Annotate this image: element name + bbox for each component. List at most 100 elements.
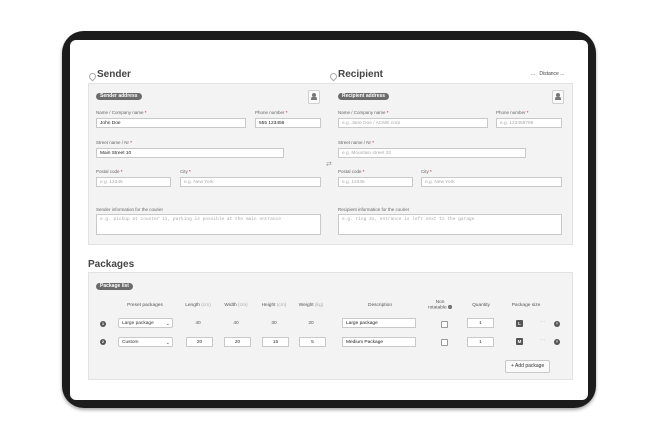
recipient-phone-label-text: Phone number bbox=[496, 110, 526, 115]
sender-title: Sender bbox=[97, 69, 131, 80]
package-list-pill: Package list bbox=[96, 283, 133, 290]
sender-contact-button[interactable] bbox=[308, 90, 320, 104]
sender-name-label-text: Name / Company name bbox=[96, 110, 144, 115]
preset-select[interactable]: Large package ⌄ bbox=[118, 318, 173, 328]
recipient-phone-input[interactable]: e.g. 123456789 bbox=[496, 118, 562, 128]
col-length: Length (cm) bbox=[183, 303, 213, 308]
distance-prefix: ... bbox=[531, 71, 536, 77]
recipient-phone-label: Phone number * bbox=[496, 110, 529, 115]
sender-phone-input[interactable]: 555 123456 bbox=[255, 118, 321, 128]
sender-street-label-text: Street name / Nr bbox=[96, 140, 130, 145]
recipient-name-label-text: Name / Company name bbox=[338, 110, 386, 115]
recipient-street-label-text: Street name / Nr bbox=[338, 140, 372, 145]
sender-postal-input[interactable]: e.g. 12345 bbox=[96, 177, 171, 187]
sender-phone-label-text: Phone number bbox=[255, 110, 285, 115]
non-rotatable-checkbox[interactable] bbox=[441, 321, 448, 328]
preset-select-value: Custom bbox=[122, 340, 139, 345]
contact-book-icon-body bbox=[555, 96, 561, 100]
recipient-city-input[interactable]: e.g. New York bbox=[421, 177, 562, 187]
recipient-street-input[interactable]: e.g. Mountain street 22 bbox=[338, 148, 526, 158]
required-mark: * bbox=[189, 169, 191, 174]
required-mark: * bbox=[130, 140, 133, 145]
remove-icon[interactable]: × bbox=[554, 339, 560, 345]
package-size-badge: L bbox=[516, 320, 523, 327]
col-non-rotatable: Non rotatable i bbox=[425, 300, 455, 310]
required-mark: * bbox=[430, 169, 432, 174]
col-description: Description bbox=[368, 303, 392, 308]
required-mark: * bbox=[285, 110, 288, 115]
sender-city-label: City * bbox=[180, 169, 191, 174]
weight-input[interactable]: 5 bbox=[299, 337, 326, 347]
sender-street-input[interactable]: Main Street 10 bbox=[96, 148, 284, 158]
sender-street-label: Street name / Nr * bbox=[96, 140, 132, 145]
description-input[interactable]: Large package bbox=[342, 318, 416, 328]
recipient-postal-input[interactable]: e.g. 12345 bbox=[338, 177, 413, 187]
required-mark: * bbox=[120, 169, 123, 174]
contact-book-icon-body bbox=[311, 96, 317, 100]
recipient-pin-icon bbox=[328, 71, 339, 82]
sender-name-input[interactable]: John Doe bbox=[96, 118, 246, 128]
col-height: Height (cm) bbox=[259, 303, 289, 308]
sender-city-label-text: City bbox=[180, 169, 188, 174]
preset-select[interactable]: Custom ⌄ bbox=[118, 337, 173, 347]
recipient-city-label: City * bbox=[421, 169, 432, 174]
row-number: 1 bbox=[100, 321, 106, 327]
package-size-badge: M bbox=[516, 338, 523, 345]
recipient-info-textarea[interactable]: e.g. ring 3x, entrance is left next to t… bbox=[338, 214, 562, 235]
col-weight-text: Weight bbox=[298, 303, 314, 308]
packages-title: Packages bbox=[88, 259, 135, 270]
preset-select-value: Large package bbox=[122, 321, 154, 326]
app-screen: Sender Recipient ... Distance ... Sender… bbox=[70, 40, 588, 400]
row-separator: ··· bbox=[540, 319, 545, 325]
col-quantity: Quantity bbox=[472, 303, 490, 308]
required-mark: * bbox=[386, 110, 389, 115]
recipient-title: Recipient bbox=[338, 69, 384, 80]
non-rotatable-checkbox[interactable] bbox=[441, 339, 448, 346]
col-length-text: Length bbox=[185, 303, 200, 308]
sender-info-label: Sender information for the courier bbox=[96, 207, 164, 212]
required-mark: * bbox=[144, 110, 147, 115]
required-mark: * bbox=[372, 140, 375, 145]
recipient-contact-button[interactable] bbox=[552, 90, 564, 104]
col-preset: Preset packages bbox=[127, 303, 163, 308]
info-icon[interactable]: i bbox=[448, 305, 452, 309]
sender-phone-label: Phone number * bbox=[255, 110, 288, 115]
remove-icon[interactable]: × bbox=[554, 321, 560, 327]
sender-pin-icon bbox=[87, 71, 98, 82]
length-input[interactable]: 20 bbox=[186, 337, 213, 347]
sender-postal-label: Postal code * bbox=[96, 169, 123, 174]
recipient-postal-label: Postal code * bbox=[338, 169, 365, 174]
width-input[interactable]: 20 bbox=[224, 337, 251, 347]
required-mark: * bbox=[526, 110, 529, 115]
distance-readout: ... Distance ... bbox=[531, 71, 564, 77]
recipient-name-input[interactable]: e.g. Jane Doe / ACME corp bbox=[338, 118, 488, 128]
chevron-down-icon: ⌄ bbox=[165, 321, 170, 327]
sender-address-pill: Sender address bbox=[96, 93, 142, 100]
distance-value: ... bbox=[560, 71, 565, 77]
col-height-text: Height bbox=[261, 303, 276, 308]
add-package-button[interactable]: + Add package bbox=[505, 360, 551, 373]
recipient-city-label-text: City bbox=[421, 169, 429, 174]
col-width: Width (cm) bbox=[221, 303, 251, 308]
sender-postal-label-text: Postal code bbox=[96, 169, 120, 174]
quantity-input[interactable]: 1 bbox=[467, 318, 494, 328]
height-value: 30 bbox=[271, 321, 277, 326]
row-separator: ··· bbox=[540, 337, 545, 343]
sender-info-textarea[interactable]: e.g. pickup at counter 11, parking is po… bbox=[96, 214, 321, 235]
description-input[interactable]: Medium Package bbox=[342, 337, 416, 347]
height-input[interactable]: 15 bbox=[262, 337, 289, 347]
sender-city-input[interactable]: e.g. New York bbox=[180, 177, 321, 187]
row-number: 2 bbox=[100, 339, 106, 345]
weight-value: 20 bbox=[308, 321, 314, 326]
col-weight: Weight (kg) bbox=[296, 303, 326, 308]
col-size: Package size bbox=[511, 303, 541, 308]
length-value: 40 bbox=[195, 321, 201, 326]
swap-icon[interactable]: ⇄ bbox=[326, 160, 332, 168]
col-width-text: Width bbox=[224, 303, 237, 308]
quantity-input[interactable]: 1 bbox=[467, 337, 494, 347]
recipient-postal-label-text: Postal code bbox=[338, 169, 362, 174]
sender-name-label: Name / Company name * bbox=[96, 110, 147, 115]
col-width-unit: (cm) bbox=[238, 303, 248, 308]
recipient-info-label: Recipient information for the courier bbox=[338, 207, 410, 212]
col-height-unit: (cm) bbox=[276, 303, 287, 308]
